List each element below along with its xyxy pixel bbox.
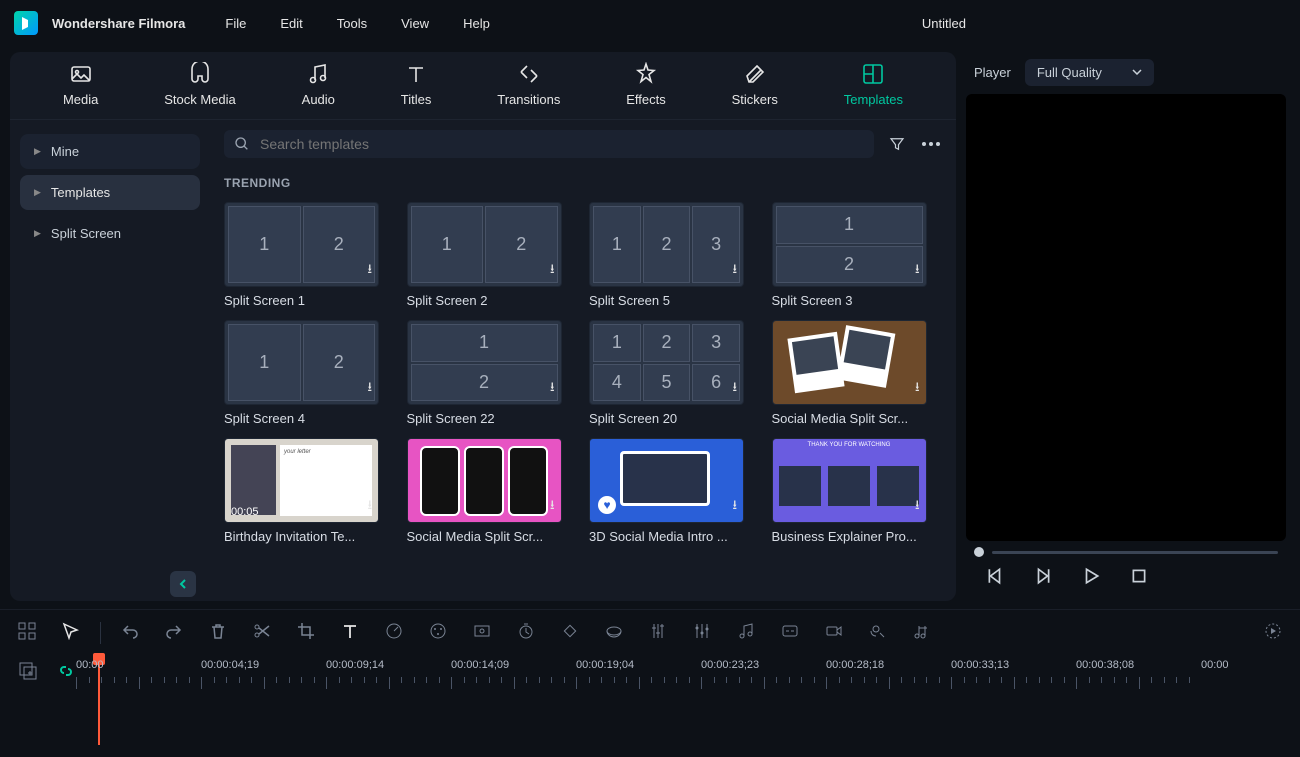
beat-button[interactable] xyxy=(913,622,931,643)
download-icon[interactable]: ⭳ xyxy=(915,260,920,282)
tab-transitions[interactable]: Transitions xyxy=(497,62,560,115)
menu-help[interactable]: Help xyxy=(463,16,490,31)
tab-effects[interactable]: Effects xyxy=(626,62,666,115)
auto-ripple-button[interactable] xyxy=(56,661,76,755)
template-card[interactable]: ⭳ Social Media Split Scr... xyxy=(772,320,943,426)
subtitle-button[interactable] xyxy=(781,622,799,643)
text-button[interactable] xyxy=(341,622,359,643)
chevron-right-icon: ▶ xyxy=(34,187,41,198)
media-icon xyxy=(69,62,93,86)
search-input[interactable] xyxy=(224,130,874,158)
selection-tool[interactable] xyxy=(62,622,80,643)
template-card[interactable]: your letter 00:05 ⭳ Birthday Invitation … xyxy=(224,438,395,544)
chevron-down-icon xyxy=(1132,69,1142,75)
tab-templates[interactable]: Templates xyxy=(844,62,903,115)
project-title: Untitled xyxy=(922,16,966,31)
template-card[interactable]: 12⭳ Split Screen 22 xyxy=(407,320,578,426)
timer-button[interactable] xyxy=(517,622,535,643)
download-icon[interactable]: ⭳ xyxy=(915,378,920,400)
download-icon[interactable]: ⭳ xyxy=(550,496,555,518)
chevron-right-icon: ▶ xyxy=(34,228,41,239)
menu-file[interactable]: File xyxy=(225,16,246,31)
template-card[interactable]: 12⭳ Split Screen 3 xyxy=(772,202,943,308)
download-icon[interactable]: ⭳ xyxy=(367,378,372,400)
stickers-icon xyxy=(743,62,767,86)
download-icon[interactable]: ⭳ xyxy=(732,496,737,518)
section-title: TRENDING xyxy=(210,168,956,202)
chevron-right-icon: ▶ xyxy=(34,146,41,157)
download-icon[interactable]: ⭳ xyxy=(732,378,737,400)
template-card[interactable]: ⭳ Social Media Split Scr... xyxy=(407,438,578,544)
adjust-button[interactable] xyxy=(649,622,667,643)
render-button[interactable] xyxy=(1264,622,1282,643)
sidebar-item-mine[interactable]: ▶ Mine xyxy=(20,134,200,169)
titles-icon xyxy=(404,62,428,86)
player-label: Player xyxy=(974,65,1011,80)
template-card[interactable]: 12⭳ Split Screen 2 xyxy=(407,202,578,308)
tab-stickers[interactable]: Stickers xyxy=(732,62,778,115)
preview-window[interactable] xyxy=(966,94,1286,541)
crop-button[interactable] xyxy=(297,622,315,643)
layout-button[interactable] xyxy=(18,622,36,643)
sidebar-item-split-screen[interactable]: ▶ Split Screen xyxy=(20,216,200,251)
template-card[interactable]: 123⭳ Split Screen 5 xyxy=(589,202,760,308)
stock-media-icon xyxy=(188,62,212,86)
templates-icon xyxy=(861,62,885,86)
app-name: Wondershare Filmora xyxy=(52,16,185,31)
record-button[interactable] xyxy=(825,622,843,643)
quality-select[interactable]: Full Quality xyxy=(1025,59,1154,86)
transitions-icon xyxy=(517,62,541,86)
split-button[interactable] xyxy=(253,622,271,643)
menu-tools[interactable]: Tools xyxy=(337,16,367,31)
play-button[interactable] xyxy=(1082,567,1100,585)
playback-progress[interactable] xyxy=(974,547,1278,557)
undo-button[interactable] xyxy=(121,622,139,643)
prev-frame-button[interactable] xyxy=(986,567,1004,585)
template-card[interactable]: 12⭳ Split Screen 4 xyxy=(224,320,395,426)
download-icon[interactable]: ⭳ xyxy=(550,260,555,282)
search-icon xyxy=(234,136,250,152)
chevron-left-icon xyxy=(178,579,188,589)
menu-view[interactable]: View xyxy=(401,16,429,31)
template-card[interactable]: 12⭳ Split Screen 1 xyxy=(224,202,395,308)
template-card[interactable]: ♥ ⭳ 3D Social Media Intro ... xyxy=(589,438,760,544)
add-track-button[interactable] xyxy=(18,661,38,755)
music-button[interactable] xyxy=(737,622,755,643)
tab-media[interactable]: Media xyxy=(63,62,98,115)
mask-button[interactable] xyxy=(605,622,623,643)
audio-icon xyxy=(306,62,330,86)
redo-button[interactable] xyxy=(165,622,183,643)
next-frame-button[interactable] xyxy=(1034,567,1052,585)
keyframe-button[interactable] xyxy=(561,622,579,643)
template-card[interactable]: 123456⭳ Split Screen 20 xyxy=(589,320,760,426)
filter-button[interactable] xyxy=(886,133,908,155)
tab-titles[interactable]: Titles xyxy=(401,62,432,115)
download-icon[interactable]: ⭳ xyxy=(367,260,372,282)
color-button[interactable] xyxy=(429,622,447,643)
app-logo xyxy=(14,11,38,35)
tab-audio[interactable]: Audio xyxy=(302,62,335,115)
download-icon[interactable]: ⭳ xyxy=(550,378,555,400)
delete-button[interactable] xyxy=(209,622,227,643)
download-icon[interactable]: ⭳ xyxy=(732,260,737,282)
download-icon[interactable]: ⭳ xyxy=(915,496,920,518)
speed-button[interactable] xyxy=(385,622,403,643)
menu-edit[interactable]: Edit xyxy=(280,16,302,31)
effects-icon xyxy=(634,62,658,86)
stop-button[interactable] xyxy=(1130,567,1148,585)
template-card[interactable]: THANK YOU FOR WATCHING ⭳ Business Explai… xyxy=(772,438,943,544)
download-icon[interactable]: ⭳ xyxy=(367,496,372,518)
voiceover-button[interactable] xyxy=(869,622,887,643)
collapse-sidebar-button[interactable] xyxy=(170,571,196,597)
green-screen-button[interactable] xyxy=(473,622,491,643)
sidebar-item-templates[interactable]: ▶ Templates xyxy=(20,175,200,210)
tab-stock-media[interactable]: Stock Media xyxy=(164,62,236,115)
mixer-button[interactable] xyxy=(693,622,711,643)
more-button[interactable] xyxy=(920,133,942,155)
